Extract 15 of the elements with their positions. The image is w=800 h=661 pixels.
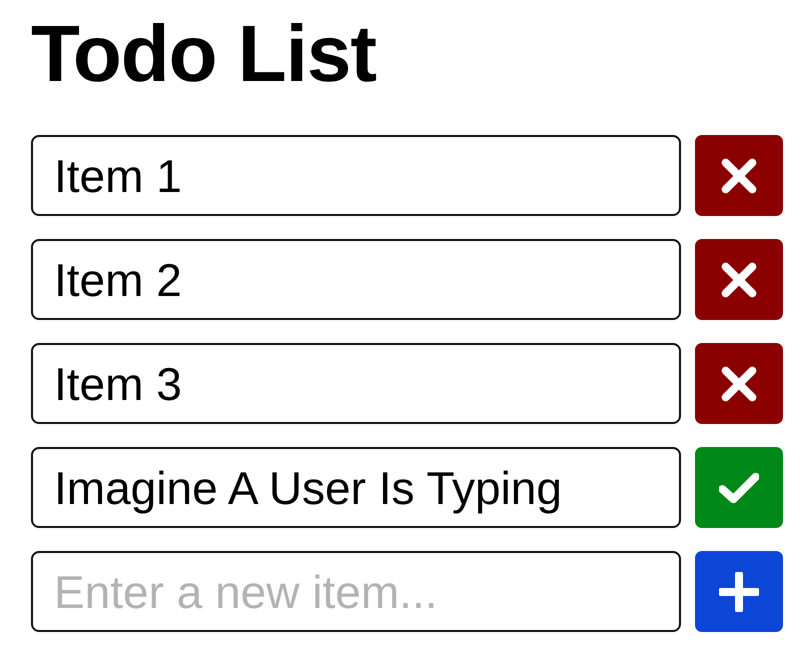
item-field[interactable]: Item 1 (31, 135, 681, 216)
item-field[interactable]: Imagine A User Is Typing (31, 447, 681, 528)
delete-button[interactable] (695, 135, 783, 216)
item-field[interactable]: Item 3 (31, 343, 681, 424)
confirm-button[interactable] (695, 447, 783, 528)
delete-button[interactable] (695, 239, 783, 320)
delete-button[interactable] (695, 343, 783, 424)
cross-icon (719, 260, 759, 300)
item-field[interactable]: Item 2 (31, 239, 681, 320)
cross-icon (719, 364, 759, 404)
add-button[interactable] (695, 551, 783, 632)
cross-icon (719, 156, 759, 196)
plus-icon (719, 572, 759, 612)
new-item-field[interactable]: Enter a new item... (31, 551, 681, 632)
page-title: Todo List (31, 12, 377, 96)
